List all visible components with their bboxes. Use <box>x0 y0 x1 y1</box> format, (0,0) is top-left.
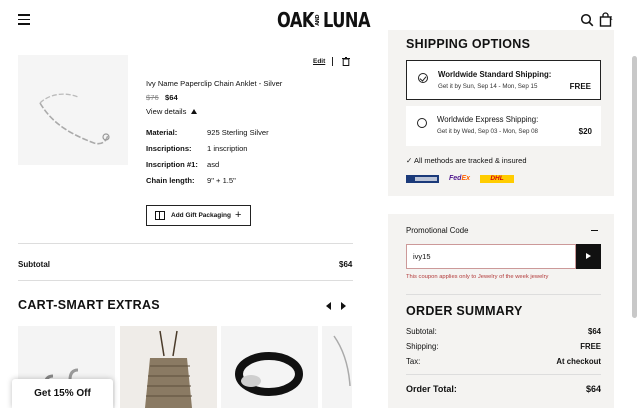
attr-value-chain-length: 9" + 1.5" <box>207 176 236 185</box>
summary-value: $64 <box>587 327 601 336</box>
extra-product-card[interactable] <box>322 326 352 408</box>
edit-item-link[interactable]: Edit <box>313 58 325 65</box>
logo-text-and: AND <box>315 14 322 26</box>
divider <box>18 243 353 244</box>
promo-and-summary-panel: Promotional Code This coupon applies onl… <box>388 214 614 408</box>
subtotal-value: $64 <box>339 260 353 269</box>
summary-label: Shipping: <box>406 342 439 351</box>
shipping-option-price: $20 <box>578 127 592 136</box>
bag-count-badge: 1 <box>610 16 613 22</box>
anklet-image <box>39 93 110 145</box>
carousel-prev-icon[interactable] <box>326 302 331 310</box>
divider <box>406 294 601 295</box>
product-name[interactable]: Ivy Name Paperclip Chain Anklet - Silver <box>146 79 282 88</box>
radio-checked-icon[interactable] <box>418 73 428 83</box>
shipping-option-eta: Get it by Sun, Sep 14 - Mon, Sep 15 <box>438 83 538 90</box>
summary-label: Subtotal: <box>406 327 437 336</box>
add-gift-packaging-button[interactable]: Add Gift Packaging + <box>146 205 251 226</box>
fedex-text-ex: Ex <box>461 175 471 182</box>
attr-value-inscriptions: 1 inscription <box>207 144 248 153</box>
apply-promo-button[interactable] <box>576 244 601 269</box>
summary-label: Tax: <box>406 357 421 366</box>
attr-label-chain-length: Chain length: <box>146 176 195 185</box>
original-price: $76 <box>146 93 159 102</box>
attr-label-inscriptions: Inscriptions: <box>146 144 192 153</box>
attr-label-material: Material: <box>146 128 178 137</box>
shipping-option-express[interactable]: Worldwide Express Shipping: Get it by We… <box>406 106 601 146</box>
search-icon[interactable] <box>580 13 594 27</box>
caret-up-icon[interactable] <box>191 109 197 114</box>
plus-icon: + <box>235 209 242 221</box>
sale-price: $64 <box>165 93 178 102</box>
carousel-next-icon[interactable] <box>341 302 346 310</box>
chain-image <box>333 335 351 387</box>
divider <box>18 280 353 281</box>
summary-value: FREE <box>580 342 601 351</box>
logo-text-oak: OAK <box>277 8 315 32</box>
attr-value-material: 925 Sterling Silver <box>207 128 269 137</box>
shipping-option-eta: Get it by Wed, Sep 03 - Mon, Sep 08 <box>437 128 539 135</box>
tracked-note: ✓ All methods are tracked & insured <box>406 156 527 165</box>
discount-popup-button[interactable]: Get 15% Off <box>12 379 113 408</box>
divider <box>406 374 601 375</box>
bangle-image <box>235 352 303 396</box>
summary-row-shipping: Shipping: FREE <box>406 342 601 351</box>
view-details-toggle[interactable]: View details <box>146 107 186 116</box>
promo-label: Promotional Code <box>406 226 469 235</box>
action-divider <box>332 57 333 66</box>
summary-row-total: Order Total: $64 <box>406 384 601 394</box>
shipping-option-price: FREE <box>569 82 591 91</box>
menu-icon[interactable] <box>18 14 30 25</box>
attr-value-inscription-1: asd <box>207 160 220 169</box>
trash-icon[interactable] <box>342 57 350 66</box>
promo-code-input[interactable] <box>406 244 576 269</box>
gift-icon <box>155 211 165 220</box>
promo-message: This coupon applies only to Jewelry of t… <box>406 274 549 280</box>
extra-product-card[interactable] <box>120 326 217 408</box>
attr-label-inscription-1: Inscription #1: <box>146 160 198 169</box>
checkout-sidebar: SHIPPING OPTIONS Worldwide Standard Ship… <box>388 30 614 408</box>
extras-title: CART-SMART EXTRAS <box>18 298 160 312</box>
logo-text-luna: LUNA <box>323 8 371 32</box>
shipping-option-name: Worldwide Standard Shipping: <box>438 70 552 79</box>
net-bag-image <box>145 330 192 408</box>
shipping-option-standard[interactable]: Worldwide Standard Shipping: Get it by S… <box>406 60 601 100</box>
usps-logo-icon <box>406 175 439 183</box>
collapse-minus-icon[interactable] <box>591 230 598 232</box>
order-summary-title: ORDER SUMMARY <box>406 304 523 318</box>
extra-product-card[interactable] <box>221 326 318 408</box>
fedex-logo-icon: FedEx <box>449 175 470 182</box>
summary-value: At checkout <box>556 357 601 366</box>
shipping-title: SHIPPING OPTIONS <box>406 37 531 51</box>
logo[interactable]: OAK AND LUNA <box>277 6 371 34</box>
carrier-logos: FedEx DHL <box>406 175 536 185</box>
order-total-label: Order Total: <box>406 384 457 394</box>
order-total-value: $64 <box>585 384 601 394</box>
shipping-option-name: Worldwide Express Shipping: <box>437 115 539 124</box>
summary-row-tax: Tax: At checkout <box>406 357 601 366</box>
fedex-text: Fed <box>449 175 462 182</box>
gift-button-label: Add Gift Packaging <box>171 212 231 219</box>
product-thumbnail[interactable] <box>18 55 128 165</box>
shipping-options-panel: SHIPPING OPTIONS Worldwide Standard Ship… <box>388 30 614 196</box>
radio-unchecked-icon[interactable] <box>417 118 427 128</box>
dhl-logo-icon: DHL <box>480 175 514 183</box>
summary-row-subtotal: Subtotal: $64 <box>406 327 601 336</box>
page-scrollbar[interactable] <box>632 56 637 318</box>
subtotal-label: Subtotal <box>18 260 50 269</box>
